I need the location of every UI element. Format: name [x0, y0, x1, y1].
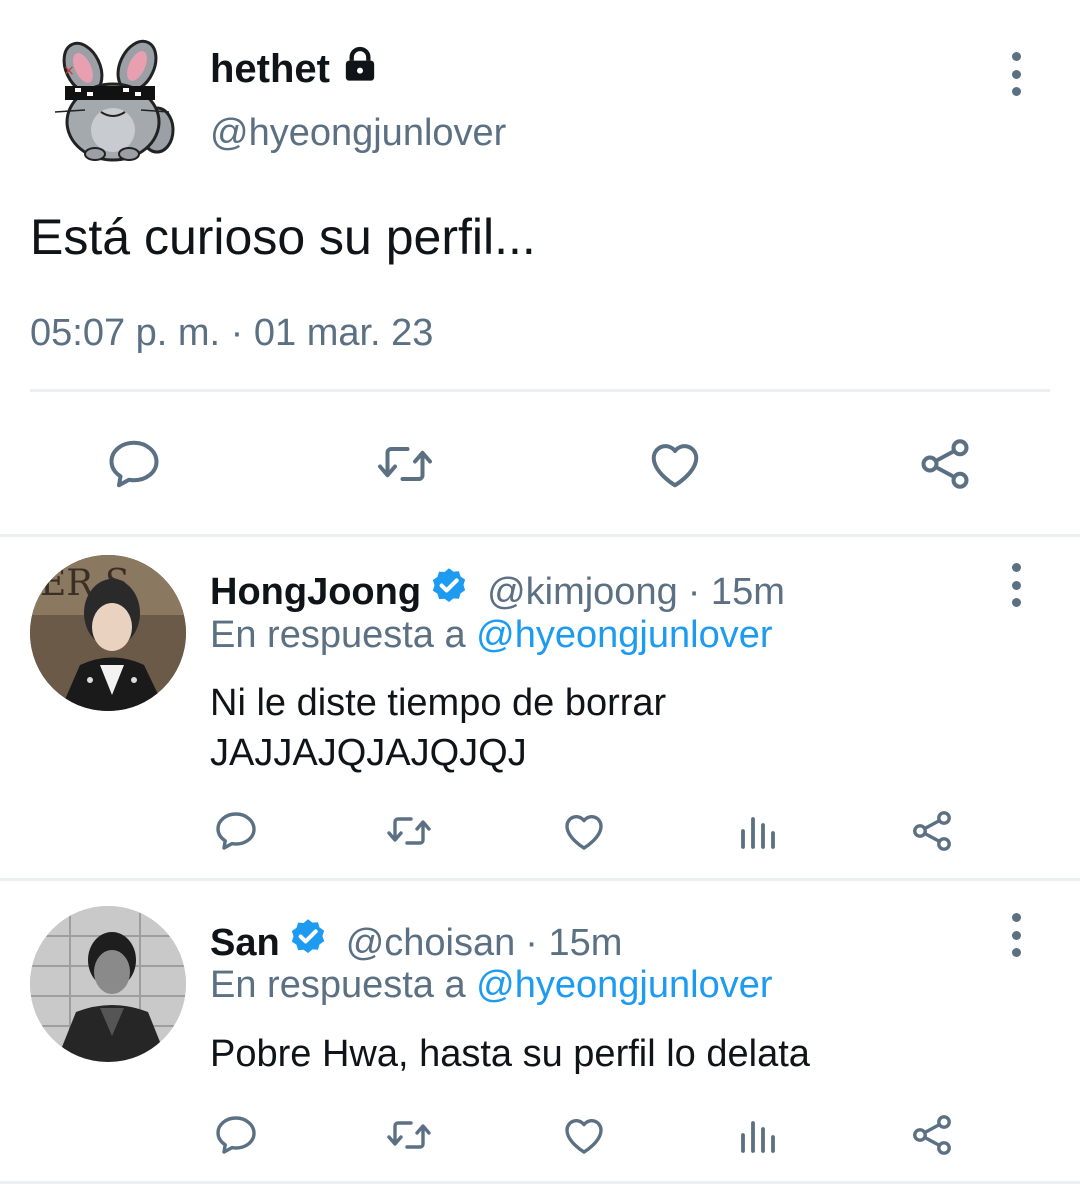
- reply-avatar[interactable]: ER S: [30, 555, 186, 711]
- reply-text-line: Pobre Hwa, hasta su perfil lo delata: [210, 1033, 810, 1075]
- like-icon: [565, 1119, 603, 1154]
- section-divider: [0, 1181, 1080, 1184]
- reply-context: En respuesta a @hyeongjunlover: [210, 614, 773, 657]
- divider: [30, 389, 1050, 392]
- section-divider: [0, 878, 1080, 881]
- share-icon: [921, 439, 969, 489]
- reply-button[interactable]: [212, 807, 260, 855]
- reply-text-line: JAJJAJQJAJQJQJ: [210, 732, 527, 774]
- author-handle[interactable]: @choisan: [346, 922, 516, 965]
- retweet-button[interactable]: [383, 807, 435, 855]
- reply-to-link[interactable]: @hyeongjunlover: [476, 964, 772, 1006]
- reply-to-link[interactable]: @hyeongjunlover: [476, 614, 772, 656]
- share-button[interactable]: [907, 807, 957, 855]
- like-button[interactable]: [559, 807, 609, 855]
- reply-header: San @choisan · 15m: [210, 916, 622, 970]
- retweet-icon: [378, 447, 432, 481]
- display-name[interactable]: hethet: [210, 47, 330, 92]
- author-handle[interactable]: @kimjoong: [487, 571, 678, 614]
- more-options-icon[interactable]: [1004, 563, 1028, 607]
- reply-avatar[interactable]: [30, 906, 186, 1062]
- views-button[interactable]: [735, 807, 783, 855]
- share-button[interactable]: [914, 434, 976, 494]
- like-icon: [565, 815, 603, 850]
- reply-text-line: Ni le diste tiempo de borrar: [210, 682, 667, 724]
- avatar[interactable]: ×: [45, 30, 180, 165]
- retweet-icon: [387, 817, 431, 845]
- like-icon: [651, 444, 699, 488]
- main-author-name[interactable]: hethet: [210, 44, 380, 94]
- views-button[interactable]: [735, 1111, 783, 1159]
- share-button[interactable]: [907, 1111, 957, 1159]
- reply-time[interactable]: · 15m: [525, 922, 622, 965]
- verified-badge-icon: [427, 565, 471, 619]
- more-options-icon[interactable]: [1004, 913, 1028, 957]
- retweet-icon: [387, 1121, 431, 1149]
- views-icon: [741, 1121, 775, 1153]
- reply-icon: [216, 1116, 256, 1154]
- main-author-handle[interactable]: @hyeongjunlover: [210, 112, 506, 155]
- reply-icon: [109, 440, 159, 488]
- reply-icon: [216, 812, 256, 850]
- retweet-button[interactable]: [373, 434, 437, 494]
- retweet-button[interactable]: [383, 1111, 435, 1159]
- display-name[interactable]: HongJoong: [210, 571, 421, 614]
- reply-time[interactable]: · 15m: [688, 571, 785, 614]
- reply-text: Ni le diste tiempo de borrar JAJJAJQJAJQ…: [210, 678, 666, 778]
- reply-prefix: En respuesta a: [210, 614, 466, 656]
- more-options-icon[interactable]: [1004, 52, 1028, 96]
- profile-photo: [30, 906, 186, 1062]
- verified-badge-icon: [286, 916, 330, 970]
- reply-text: Pobre Hwa, hasta su perfil lo delata: [210, 1029, 810, 1079]
- reply-context: En respuesta a @hyeongjunlover: [210, 964, 773, 1007]
- lock-icon: [340, 44, 380, 94]
- reply-button[interactable]: [212, 1111, 260, 1159]
- profile-photo: ER S: [30, 555, 186, 711]
- reply-button[interactable]: [104, 434, 164, 494]
- views-icon: [741, 817, 775, 849]
- tweet-timestamp[interactable]: 05:07 p. m. · 01 mar. 23: [30, 312, 433, 355]
- section-divider: [0, 534, 1080, 537]
- display-name[interactable]: San: [210, 922, 280, 965]
- tweet-text: Está curioso su perfil...: [30, 209, 536, 265]
- reply-header: HongJoong @kimjoong · 15m: [210, 565, 785, 619]
- like-button[interactable]: [644, 434, 706, 494]
- svg-text:×: ×: [63, 63, 75, 79]
- like-button[interactable]: [559, 1111, 609, 1159]
- share-icon: [913, 811, 951, 851]
- share-icon: [913, 1115, 951, 1155]
- reply-prefix: En respuesta a: [210, 964, 466, 1006]
- chinchilla-avatar-image: ×: [54, 39, 175, 162]
